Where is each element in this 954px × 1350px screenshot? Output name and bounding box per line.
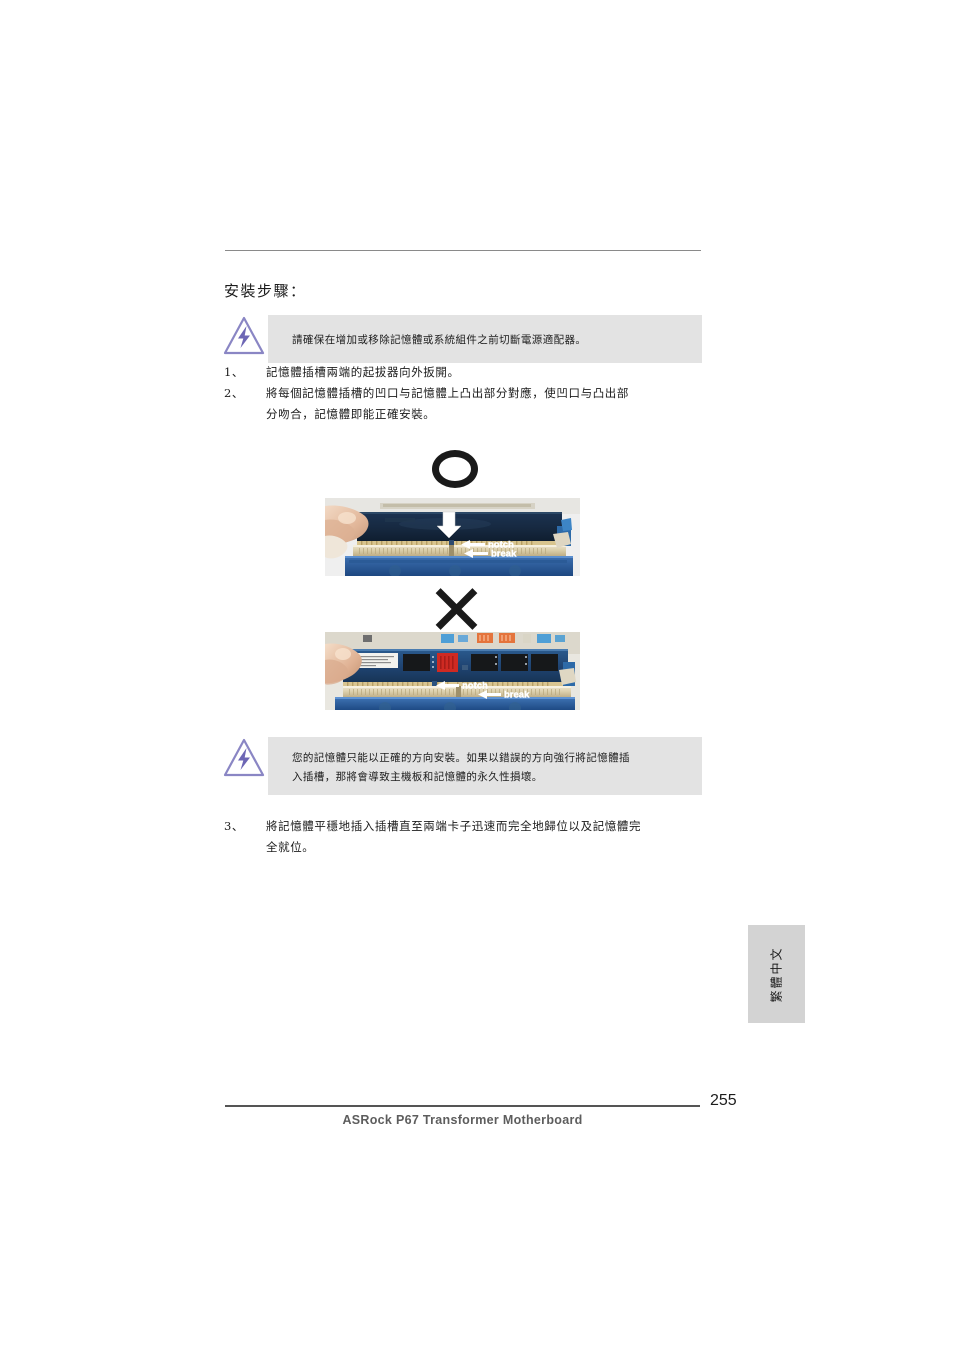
step-text: 記憶體插槽兩端的起拔器向外扳開。 (266, 365, 460, 379)
footer-divider (225, 1105, 700, 1107)
warning-note-2: 您的記憶體只能以正確的方向安裝。如果以錯誤的方向強行將記憶體插 入插槽，那將會導… (222, 735, 702, 797)
note-text: 請確保在增加或移除記憶體或系統組件之前切斷電源適配器。 (292, 334, 587, 346)
warning-note-1: 請確保在增加或移除記憶體或系統組件之前切斷電源適配器。 (222, 313, 702, 365)
manual-page: 安裝步驟： 請確保在增加或移除記憶體或系統組件之前切斷電源適配器。 1、 記憶體… (0, 0, 954, 1350)
top-divider (225, 250, 701, 251)
figure-correct-installation: notch break (325, 498, 580, 576)
page-number: 255 (710, 1092, 737, 1109)
svg-text:break: break (504, 690, 530, 701)
step-text: 將每個記憶體插槽的凹口与記憶體上凸出部分對應，使凹口与凸出部 分吻合，記憶體即能… (266, 386, 629, 421)
language-tab: 繁體中文 (748, 925, 805, 1023)
step-item-3: 3、 將記憶體平穩地插入插槽直至兩端卡子迅速而完全地歸位以及記憶體完 全就位。 (224, 816, 694, 857)
warning-triangle-icon (222, 737, 266, 779)
step-item-1: 1、 記憶體插槽兩端的起拔器向外扳開。 (224, 362, 694, 383)
language-tab-label: 繁體中文 (769, 945, 784, 1003)
footer-product-name: ASRock P67 Transformer Motherboard (342, 1113, 583, 1127)
circle-correct-mark (432, 450, 478, 488)
step-number: 3、 (224, 819, 245, 833)
cross-wrong-mark (435, 591, 477, 627)
step-number: 2、 (224, 386, 245, 400)
note-text: 您的記憶體只能以正確的方向安裝。如果以錯誤的方向強行將記憶體插 入插槽，那將會導… (292, 752, 630, 783)
step-number: 1、 (224, 365, 245, 379)
warning-triangle-icon (222, 315, 266, 357)
svg-text:break: break (491, 549, 517, 560)
step-item-2: 2、 將每個記憶體插槽的凹口与記憶體上凸出部分對應，使凹口与凸出部 分吻合，記憶… (224, 383, 694, 424)
figure-wrong-installation: notch break (325, 632, 580, 710)
page-title: 安裝步驟： (224, 282, 307, 300)
svg-text:notch: notch (462, 681, 488, 692)
step-text: 將記憶體平穩地插入插槽直至兩端卡子迅速而完全地歸位以及記憶體完 全就位。 (266, 819, 642, 854)
